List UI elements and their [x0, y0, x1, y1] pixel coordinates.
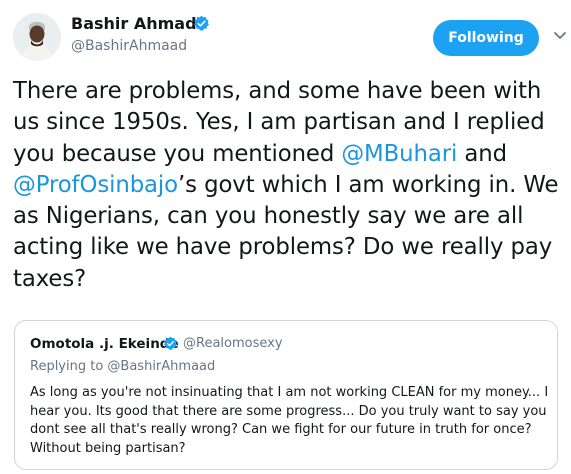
- avatar[interactable]: [13, 13, 61, 61]
- author-name[interactable]: Bashir Ahmad: [71, 14, 197, 33]
- chevron-down-icon[interactable]: [553, 31, 567, 41]
- author-handle[interactable]: @BashirAhmaad: [71, 38, 187, 54]
- mention-link[interactable]: @MBuhari: [341, 141, 457, 167]
- verified-badge-icon: [163, 336, 178, 350]
- replying-to-label: Replying to @BashirAhmaad: [30, 359, 216, 374]
- quoted-tweet-text: As long as you're not insinuating that I…: [30, 385, 549, 456]
- verified-badge-icon: [194, 15, 209, 31]
- avatar-image: [13, 13, 61, 61]
- mention-link[interactable]: @ProfOsinbajo: [13, 172, 178, 198]
- quoted-tweet[interactable]: Omotola .j. Ekeinde @Realomosexy Replyin…: [14, 320, 558, 470]
- tweet-text: There are problems, and some have been w…: [13, 76, 561, 295]
- following-button[interactable]: Following: [433, 20, 539, 56]
- tweet-text-part: and: [457, 140, 507, 167]
- quoted-author-handle: @Realomosexy: [183, 336, 283, 351]
- quoted-author-name: Omotola .j. Ekeinde: [30, 336, 179, 352]
